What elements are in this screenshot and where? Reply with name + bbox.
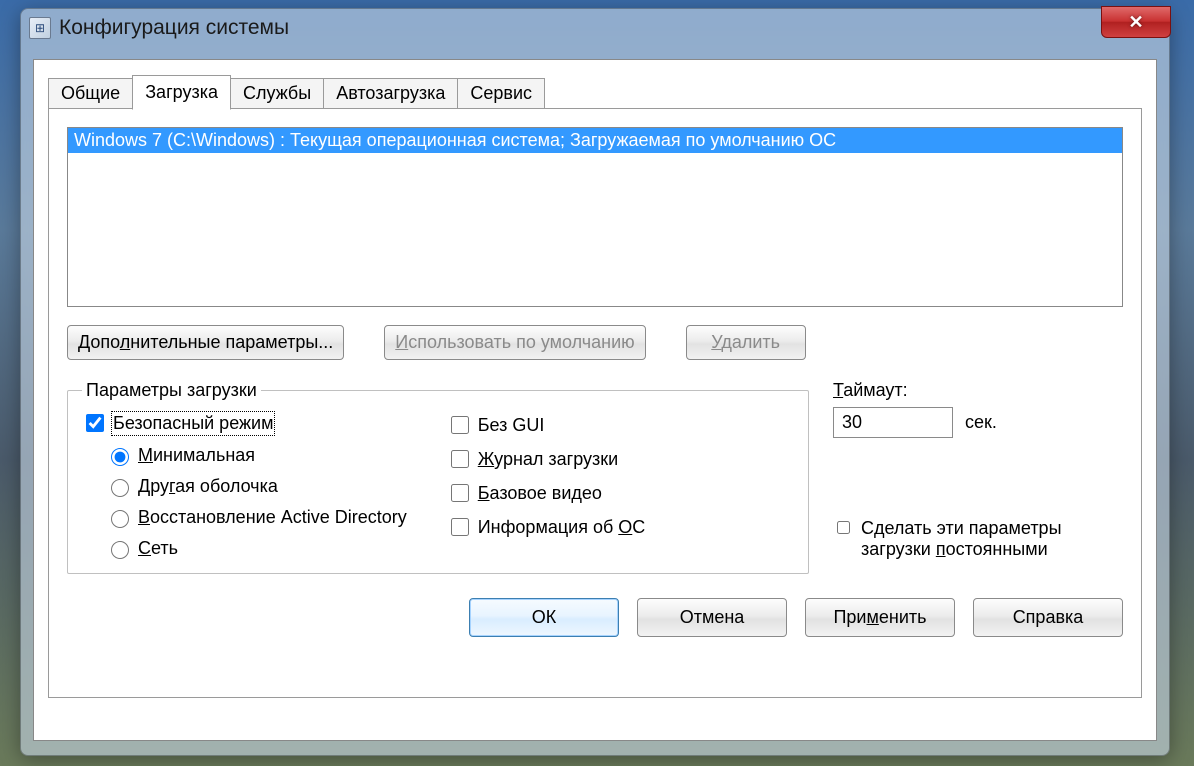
timeout-row: сек. — [833, 407, 1123, 438]
lower-panel: Параметры загрузки Безопасный режим Мини… — [67, 380, 1123, 574]
timeout-label: Таймаут: — [833, 380, 1123, 401]
os-listbox[interactable]: Windows 7 (C:\Windows) : Текущая операци… — [67, 127, 1123, 307]
tab-boot[interactable]: Загрузка — [132, 75, 231, 110]
tab-tools[interactable]: Сервис — [457, 78, 545, 109]
radio-altshell[interactable]: Другая оболочка — [106, 476, 407, 497]
close-icon: ✕ — [1128, 12, 1143, 33]
radio-network-input[interactable] — [111, 541, 129, 559]
make-permanent-checkbox[interactable]: Сделать эти параметры загрузки постоянны… — [833, 518, 1123, 560]
os-list-item[interactable]: Windows 7 (C:\Windows) : Текущая операци… — [68, 128, 1122, 153]
client-area: Общие Загрузка Службы Автозагрузка Серви… — [33, 59, 1157, 741]
safe-mode-radios: Минимальная Другая оболочка Восстановлен… — [106, 445, 407, 559]
boot-options-columns: Безопасный режим Минимальная Другая обол… — [82, 411, 794, 559]
set-default-button: Использовать по умолчанию — [384, 325, 645, 360]
boot-options-group: Параметры загрузки Безопасный режим Мини… — [67, 380, 809, 574]
nogui-checkbox-input[interactable] — [451, 416, 469, 434]
tab-general[interactable]: Общие — [48, 78, 133, 109]
app-icon: ⊞ — [29, 17, 51, 39]
timeout-panel: Таймаут: сек. Сделать эти параметры загр… — [833, 380, 1123, 574]
help-button[interactable]: Справка — [973, 598, 1123, 637]
osinfo-checkbox[interactable]: Информация об ОС — [447, 515, 646, 539]
basevideo-checkbox-input[interactable] — [451, 484, 469, 502]
radio-ad-repair[interactable]: Восстановление Active Directory — [106, 507, 407, 528]
safe-mode-checkbox-input[interactable] — [86, 414, 104, 432]
boot-options-col2: Без GUI Журнал загрузки Базовое видео — [447, 413, 646, 559]
osinfo-checkbox-input[interactable] — [451, 518, 469, 536]
timeout-unit: сек. — [965, 412, 997, 433]
tab-startup[interactable]: Автозагрузка — [323, 78, 458, 109]
cancel-button[interactable]: Отмена — [637, 598, 787, 637]
window-frame: ⊞ Конфигурация системы ✕ Общие Загрузка … — [20, 8, 1170, 756]
window-title: Конфигурация системы — [59, 16, 289, 40]
radio-altshell-input[interactable] — [111, 479, 129, 497]
tab-services[interactable]: Службы — [230, 78, 324, 109]
basevideo-checkbox[interactable]: Базовое видео — [447, 481, 646, 505]
radio-minimal[interactable]: Минимальная — [106, 445, 407, 466]
dialog-buttons: ОК Отмена Применить Справка — [67, 598, 1123, 637]
radio-minimal-input[interactable] — [111, 448, 129, 466]
timeout-input[interactable] — [833, 407, 953, 438]
radio-network[interactable]: Сеть — [106, 538, 407, 559]
close-button[interactable]: ✕ — [1101, 6, 1171, 38]
delete-button: Удалить — [686, 325, 806, 360]
titlebar: ⊞ Конфигурация системы ✕ — [21, 9, 1169, 47]
tab-page-boot: Windows 7 (C:\Windows) : Текущая операци… — [48, 108, 1142, 698]
safe-mode-checkbox[interactable]: Безопасный режим — [82, 411, 407, 435]
ok-button[interactable]: ОК — [469, 598, 619, 637]
tab-strip: Общие Загрузка Службы Автозагрузка Серви… — [48, 74, 1142, 109]
bootlog-checkbox-input[interactable] — [451, 450, 469, 468]
make-permanent-checkbox-input[interactable] — [837, 521, 850, 534]
radio-ad-repair-input[interactable] — [111, 510, 129, 528]
nogui-checkbox[interactable]: Без GUI — [447, 413, 646, 437]
bootlog-checkbox[interactable]: Журнал загрузки — [447, 447, 646, 471]
boot-buttons-row: Дополнительные параметры... Использовать… — [67, 325, 1123, 360]
boot-options-legend: Параметры загрузки — [82, 380, 261, 401]
apply-button[interactable]: Применить — [805, 598, 955, 637]
advanced-options-button[interactable]: Дополнительные параметры... — [67, 325, 344, 360]
